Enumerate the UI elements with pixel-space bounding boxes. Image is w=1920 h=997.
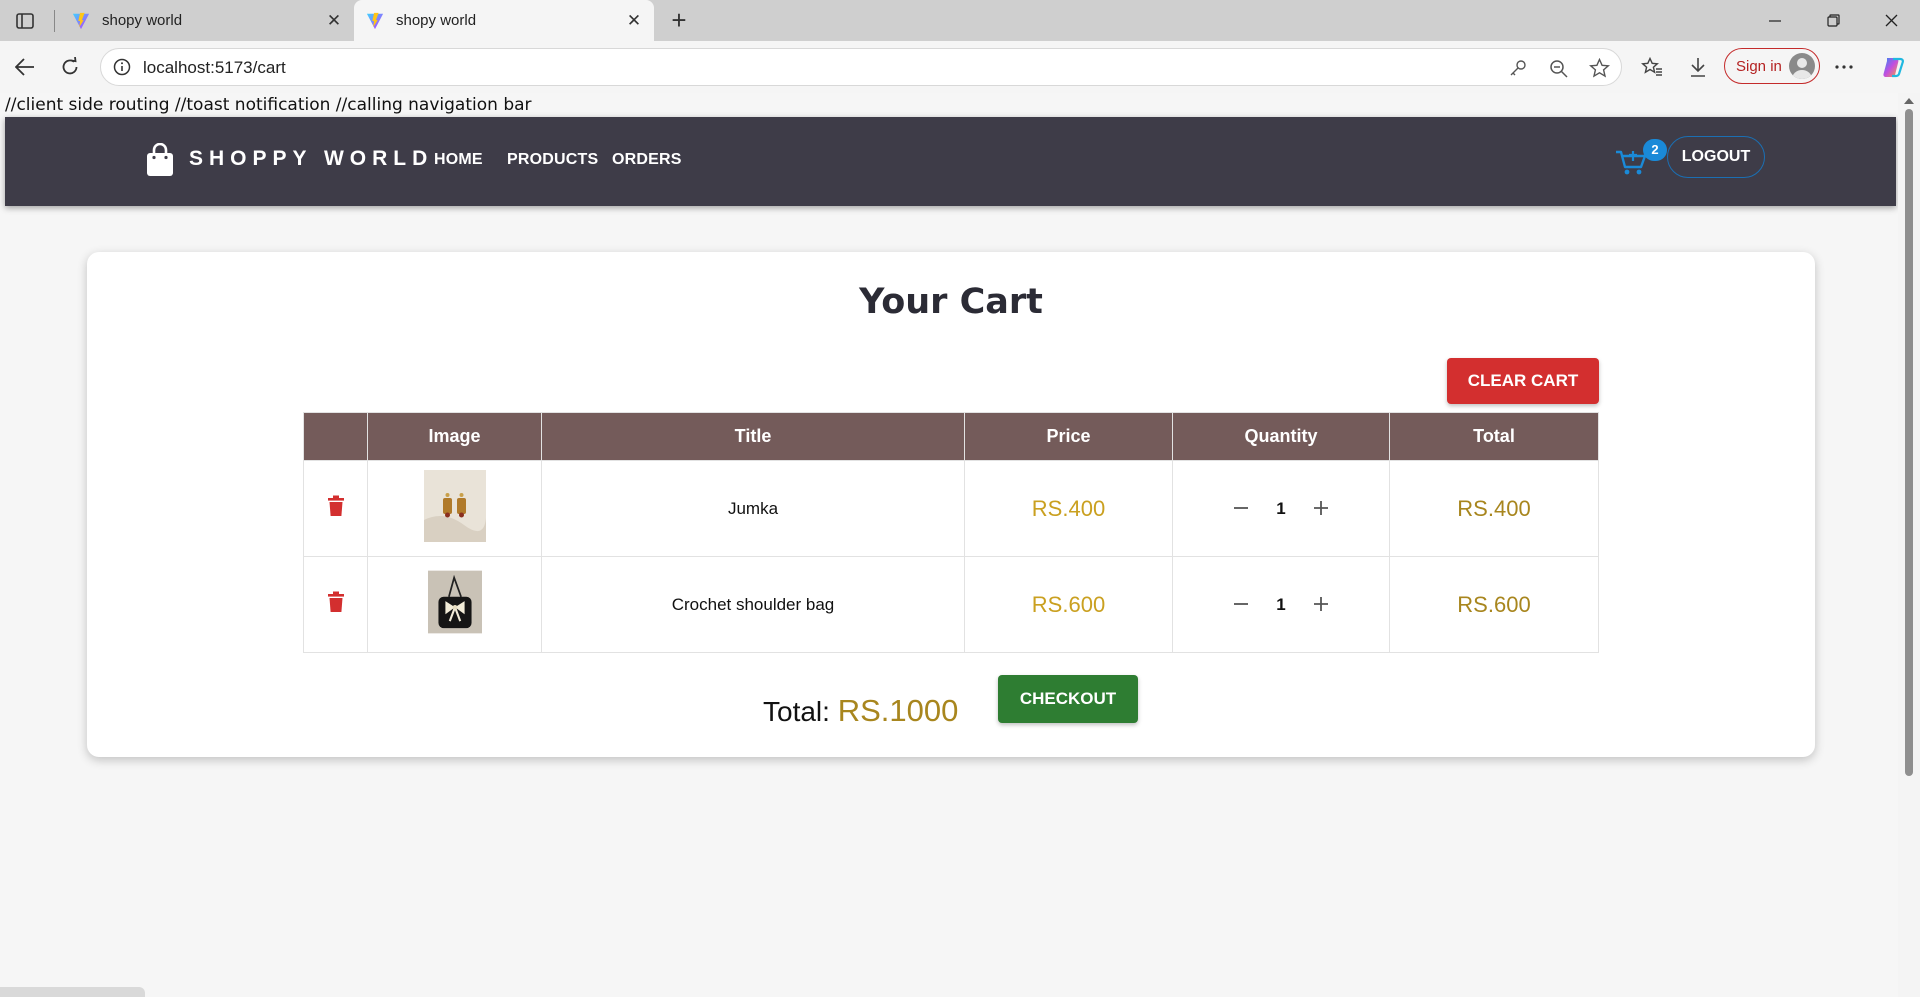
delete-cell (303, 460, 368, 557)
vite-favicon-icon (72, 12, 90, 29)
item-price: RS.400 (1031, 495, 1106, 521)
quantity-stepper: 1 (1172, 460, 1390, 557)
nav-link-products[interactable]: PRODUCTS (507, 151, 598, 169)
tab-title: shopy world (396, 12, 477, 29)
scroll-up-arrow-icon[interactable] (1903, 97, 1915, 105)
cart-count-badge: 2 (1643, 139, 1667, 161)
browser-toolbar: localhost:5173/cart Sign in (0, 41, 1920, 93)
logout-button[interactable]: LOGOUT (1667, 136, 1765, 178)
column-header-quantity: Quantity (1172, 412, 1390, 461)
page-title: Your Cart (859, 282, 1043, 322)
column-header-image: Image (367, 412, 542, 461)
item-line-total: RS.600 (1457, 591, 1531, 617)
column-header-title: Title (541, 412, 965, 461)
scrollbar-thumb[interactable] (1905, 109, 1913, 776)
quantity-stepper: 1 (1172, 556, 1390, 653)
nav-link-orders[interactable]: ORDERS (612, 151, 682, 169)
earring-image (423, 470, 486, 542)
item-title: Crochet shoulder bag (541, 556, 965, 653)
item-title: Jumka (541, 460, 965, 557)
cart-total-label: Total: (763, 696, 830, 727)
browser-tab-1[interactable]: shopy world ✕ (60, 0, 354, 41)
page-viewport: //client side routing //toast notificati… (0, 93, 1920, 997)
more-menu-icon[interactable] (1831, 54, 1857, 80)
sign-in-button[interactable]: Sign in (1724, 48, 1820, 84)
table-header-row: Image Title Price Quantity Total (303, 412, 1599, 461)
key-icon[interactable] (1507, 58, 1529, 78)
favorite-star-icon[interactable] (1588, 58, 1610, 78)
decrease-quantity-button[interactable] (1229, 497, 1253, 521)
address-bar[interactable]: localhost:5173/cart (100, 48, 1622, 86)
trash-icon[interactable] (327, 495, 344, 517)
cart-total: Total: RS.1000 (763, 693, 958, 729)
sidebar-toggle-icon[interactable] (12, 9, 38, 33)
image-cell (367, 556, 542, 653)
url-text[interactable]: localhost:5173/cart (143, 58, 286, 78)
increase-quantity-button[interactable] (1309, 593, 1333, 617)
quantity-value: 1 (1276, 594, 1286, 614)
vite-favicon-icon (366, 12, 384, 29)
back-arrow-icon[interactable] (12, 54, 38, 80)
trash-icon[interactable] (327, 591, 344, 613)
column-header-price: Price (964, 412, 1173, 461)
minimize-button[interactable] (1746, 0, 1804, 41)
window-close-button[interactable] (1862, 0, 1920, 41)
checkout-button[interactable]: CHECKOUT (998, 675, 1138, 723)
new-tab-button[interactable]: + (664, 6, 694, 36)
cart-total-value: RS.1000 (837, 693, 959, 728)
brand-name[interactable]: SHOPPY WORLD (189, 147, 433, 171)
table-row: Jumka RS.400 1 RS.400 (303, 460, 1599, 557)
tab-title: shopy world (102, 12, 183, 29)
favorites-list-icon[interactable] (1639, 54, 1665, 80)
site-info-icon[interactable] (113, 58, 131, 76)
vertical-scrollbar[interactable] (1898, 93, 1920, 997)
item-price: RS.600 (1031, 591, 1106, 617)
restore-button[interactable] (1804, 0, 1862, 41)
delete-cell (303, 556, 368, 653)
browser-tab-bar: shopy world ✕ shopy world ✕ + (0, 0, 1920, 41)
clear-cart-button[interactable]: CLEAR CART (1447, 358, 1599, 404)
status-bar (0, 987, 145, 997)
tab-separator (54, 10, 55, 32)
cart-card: Your Cart CLEAR CART Image Title Price Q… (87, 252, 1815, 757)
refresh-icon[interactable] (57, 54, 83, 80)
image-cell (367, 460, 542, 557)
profile-avatar-icon (1789, 53, 1815, 79)
browser-tab-2-active[interactable]: shopy world ✕ (354, 0, 654, 41)
site-navbar: SHOPPY WORLD HOME PRODUCTS ORDERS 2 LOGO… (5, 117, 1896, 206)
zoom-out-icon[interactable] (1547, 58, 1569, 78)
nav-link-home[interactable]: HOME (434, 151, 483, 169)
bag-image (427, 570, 482, 634)
item-line-total: RS.400 (1457, 495, 1531, 521)
table-row: Crochet shoulder bag RS.600 1 RS.600 (303, 556, 1599, 653)
copilot-icon[interactable] (1880, 54, 1906, 80)
sign-in-label: Sign in (1736, 57, 1782, 75)
cart-table: Image Title Price Quantity Total Jumka R… (303, 412, 1599, 653)
download-icon[interactable] (1685, 54, 1711, 80)
shopping-bag-logo-icon (147, 143, 173, 176)
tab-close-icon[interactable]: ✕ (320, 11, 348, 31)
dev-comment-text: //client side routing //toast notificati… (5, 95, 532, 115)
quantity-value: 1 (1276, 498, 1286, 518)
column-header-delete (303, 412, 368, 461)
tab-close-icon[interactable]: ✕ (620, 11, 648, 31)
decrease-quantity-button[interactable] (1229, 593, 1253, 617)
increase-quantity-button[interactable] (1309, 497, 1333, 521)
column-header-total: Total (1389, 412, 1599, 461)
